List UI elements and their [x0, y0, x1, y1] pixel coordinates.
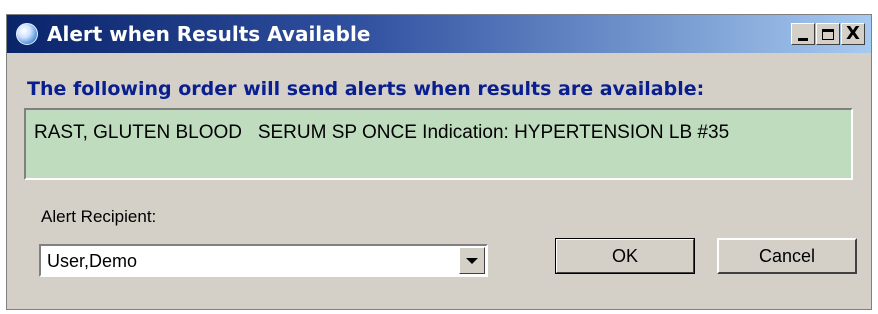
order-text: RAST, GLUTEN BLOOD SERUM SP ONCE Indicat…: [34, 122, 730, 143]
alert-recipient-label: Alert Recipient:: [41, 207, 157, 226]
alert-dialog: Alert when Results Available X The follo…: [6, 14, 872, 310]
minimize-button[interactable]: [791, 23, 815, 45]
order-description-box: RAST, GLUTEN BLOOD SERUM SP ONCE Indicat…: [24, 108, 853, 180]
maximize-button[interactable]: [816, 23, 840, 45]
cancel-button[interactable]: Cancel: [717, 238, 857, 274]
alert-recipient-dropdown[interactable]: User,Demo: [39, 244, 488, 277]
minimize-icon: [798, 37, 808, 41]
ok-button[interactable]: OK: [555, 238, 695, 274]
chevron-down-icon: [466, 257, 478, 264]
title-bar[interactable]: Alert when Results Available X: [7, 15, 871, 53]
app-icon: [16, 23, 38, 45]
window-title: Alert when Results Available: [47, 22, 371, 46]
dropdown-arrow-button[interactable]: [459, 247, 485, 274]
maximize-icon: [822, 28, 834, 40]
close-button[interactable]: X: [841, 23, 865, 45]
dialog-heading: The following order will send alerts whe…: [27, 78, 705, 100]
close-icon: X: [846, 23, 860, 44]
alert-recipient-value: User,Demo: [47, 251, 138, 271]
